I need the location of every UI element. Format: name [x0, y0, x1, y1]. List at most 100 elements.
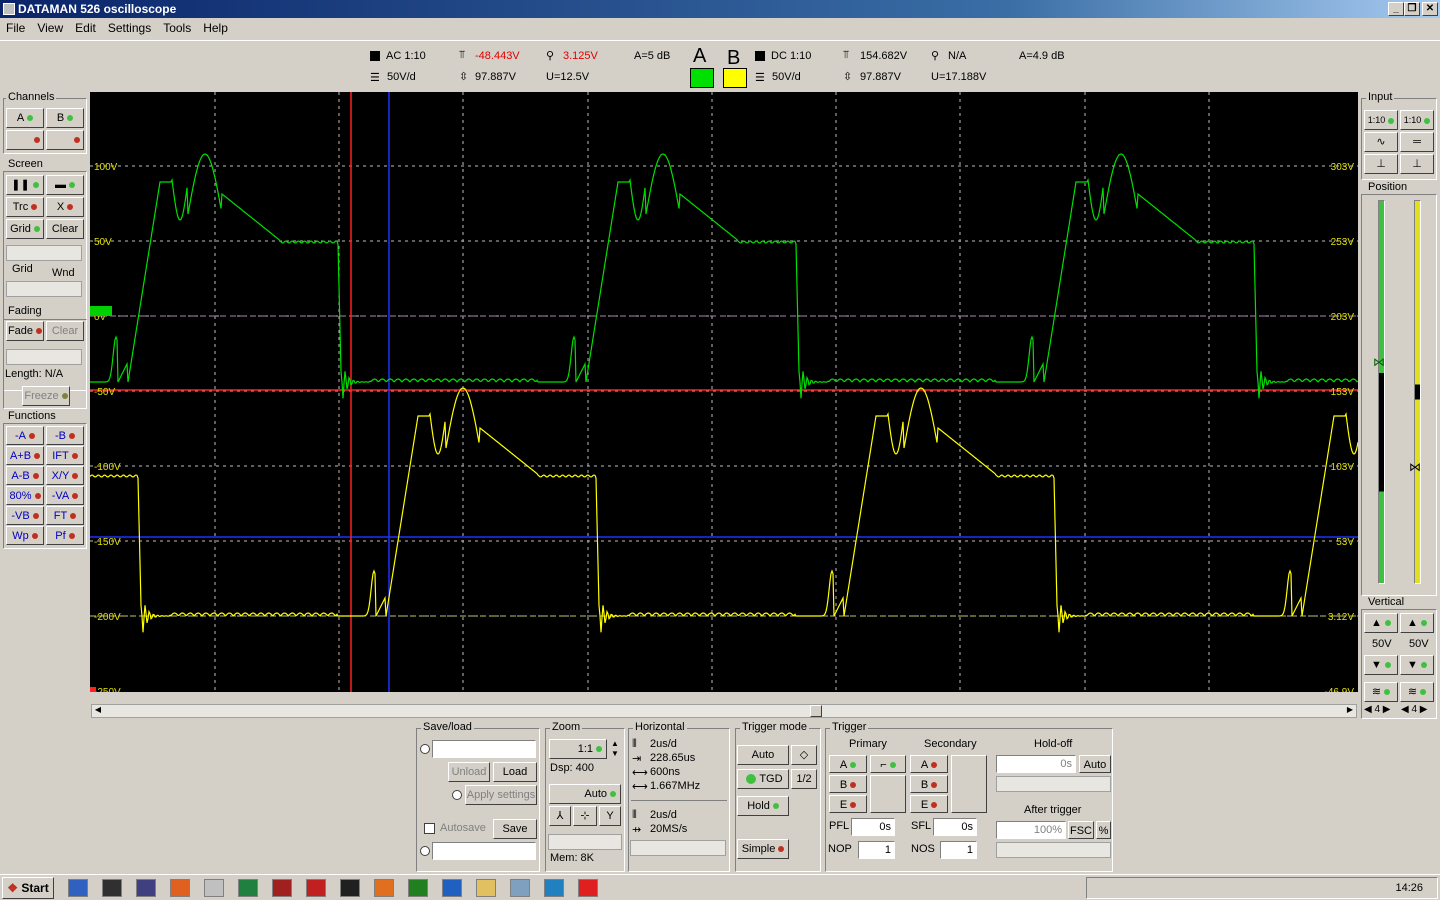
- primary-fall-button[interactable]: [870, 775, 906, 813]
- scroll-right-icon[interactable]: ▶: [1344, 705, 1356, 717]
- pause-button[interactable]: ❚❚: [6, 175, 44, 195]
- secondary-a-button[interactable]: A: [910, 755, 948, 773]
- function-button[interactable]: 80%: [6, 486, 44, 505]
- menu-help[interactable]: Help: [197, 21, 234, 35]
- channel-a-button[interactable]: A: [6, 108, 44, 128]
- autosave-checkbox[interactable]: [424, 823, 435, 834]
- menu-edit[interactable]: Edit: [69, 21, 102, 35]
- primary-a-button[interactable]: A: [829, 755, 867, 773]
- after-trigger-slider[interactable]: [996, 842, 1111, 858]
- lines-button[interactable]: ▬: [46, 175, 84, 195]
- wnd-slider[interactable]: [6, 281, 82, 297]
- taskbar-app-icon[interactable]: [476, 879, 496, 897]
- position-b-slider[interactable]: [1414, 200, 1421, 584]
- function-button[interactable]: -A: [6, 426, 44, 445]
- load-button[interactable]: Load: [493, 762, 537, 782]
- zoom-auto-button[interactable]: Auto: [549, 784, 621, 804]
- channel-a2-button[interactable]: [6, 130, 44, 150]
- ch-a-color-swatch[interactable]: [690, 68, 714, 88]
- secondary-e-button[interactable]: E: [910, 795, 948, 813]
- percent-button[interactable]: %: [1096, 821, 1111, 839]
- freeze-button[interactable]: Freeze: [22, 386, 70, 406]
- vertical-a-auto-button[interactable]: ≋: [1364, 682, 1398, 702]
- saveload-radio-2[interactable]: [420, 846, 430, 856]
- holdoff-auto-button[interactable]: Auto: [1079, 755, 1111, 773]
- zoom-spinner-icon[interactable]: ▲ ▼: [608, 739, 622, 759]
- timebase-slider[interactable]: [630, 840, 726, 856]
- maximize-button[interactable]: ❐: [1404, 2, 1420, 16]
- taskbar-app-icon[interactable]: [272, 879, 292, 897]
- zoom-slider[interactable]: [548, 834, 622, 850]
- function-button[interactable]: -B: [46, 426, 84, 445]
- nop-input[interactable]: 1: [858, 841, 895, 859]
- menu-view[interactable]: View: [31, 21, 69, 35]
- input-b-ratio-button[interactable]: 1:10: [1400, 110, 1434, 130]
- vertical-b-auto-button[interactable]: ≋: [1400, 682, 1434, 702]
- trigger-envelope-button[interactable]: ◇: [791, 745, 817, 765]
- input-b-dc-button[interactable]: ═: [1400, 132, 1434, 152]
- trigger-edge-2-button[interactable]: ⊹: [573, 806, 597, 826]
- taskbar-app-icon[interactable]: [238, 879, 258, 897]
- secondary-b-button[interactable]: B: [910, 775, 948, 793]
- vertical-a-down-button[interactable]: ▼: [1364, 655, 1398, 675]
- apply-radio[interactable]: [452, 790, 462, 800]
- vertical-b-count-spinner[interactable]: ◀ 4 ▶: [1401, 704, 1428, 715]
- trigger-half-button[interactable]: 1/2: [791, 769, 817, 789]
- menu-file[interactable]: File: [0, 21, 31, 35]
- trc-button[interactable]: Trc: [6, 197, 44, 217]
- vertical-a-up-button[interactable]: ▲: [1364, 613, 1398, 633]
- hold-button[interactable]: Hold: [737, 796, 789, 816]
- primary-e-button[interactable]: E: [829, 795, 867, 813]
- time-scrollbar[interactable]: ◀ ▶: [91, 704, 1357, 718]
- fsc-button[interactable]: FSC: [1068, 821, 1094, 839]
- trigger-edge-3-button[interactable]: Y: [599, 806, 621, 826]
- taskbar-app-icon[interactable]: [442, 879, 462, 897]
- apply-settings-button[interactable]: Apply settings: [465, 785, 537, 805]
- x-button[interactable]: X: [46, 197, 84, 217]
- start-button[interactable]: ❖ Start: [2, 877, 54, 899]
- scroll-left-icon[interactable]: ◀: [92, 705, 104, 717]
- pfl-input[interactable]: 0s: [851, 818, 895, 836]
- after-trigger-input[interactable]: 100%: [996, 821, 1066, 839]
- zoom-button[interactable]: 1:1: [549, 739, 607, 759]
- function-button[interactable]: Pf: [46, 526, 84, 545]
- holdoff-slider[interactable]: [996, 776, 1111, 792]
- channel-b2-button[interactable]: [46, 130, 84, 150]
- grid-button[interactable]: Grid: [6, 219, 44, 239]
- primary-b-button[interactable]: B: [829, 775, 867, 793]
- taskbar-app-icon[interactable]: [204, 879, 224, 897]
- function-button[interactable]: IFT: [46, 446, 84, 465]
- input-b-gnd-button[interactable]: ⊥: [1400, 154, 1434, 174]
- vertical-b-down-button[interactable]: ▼: [1400, 655, 1434, 675]
- fade-button[interactable]: Fade: [6, 321, 44, 341]
- nos-input[interactable]: 1: [940, 841, 977, 859]
- primary-rise-button[interactable]: ⌐: [870, 755, 906, 773]
- taskbar-app-icon[interactable]: [510, 879, 530, 897]
- holdoff-input[interactable]: 0s: [996, 755, 1076, 773]
- taskbar-app-icon[interactable]: [408, 879, 428, 897]
- position-b-handle-icon[interactable]: ⋈: [1409, 460, 1421, 474]
- fade-slider[interactable]: [6, 349, 82, 365]
- function-button[interactable]: X/Y: [46, 466, 84, 485]
- position-a-handle-icon[interactable]: ⋈: [1373, 355, 1385, 369]
- input-a-ratio-button[interactable]: 1:10: [1364, 110, 1398, 130]
- tgd-button[interactable]: TGD: [737, 769, 789, 789]
- position-a-slider[interactable]: [1378, 200, 1385, 584]
- taskbar-app-icon[interactable]: [544, 879, 564, 897]
- trigger-auto-button[interactable]: Auto: [737, 745, 789, 765]
- function-button[interactable]: -VB: [6, 506, 44, 525]
- saveload-file-combo-2[interactable]: [432, 842, 536, 860]
- taskbar-app-icon[interactable]: [170, 879, 190, 897]
- function-button[interactable]: A+B: [6, 446, 44, 465]
- input-a-ac-button[interactable]: ∿: [1364, 132, 1398, 152]
- saveload-file-combo-1[interactable]: [432, 740, 536, 758]
- taskbar-app-icon[interactable]: [578, 879, 598, 897]
- function-button[interactable]: Wp: [6, 526, 44, 545]
- scope-screen[interactable]: 100V50V0V-50V-100V-150V-200V-250V303V253…: [89, 92, 1359, 698]
- save-button[interactable]: Save: [493, 819, 537, 839]
- minimize-button[interactable]: _: [1388, 2, 1404, 16]
- sfl-input[interactable]: 0s: [933, 818, 977, 836]
- grid-slider[interactable]: [6, 245, 82, 261]
- input-a-gnd-button[interactable]: ⊥: [1364, 154, 1398, 174]
- menu-settings[interactable]: Settings: [102, 21, 157, 35]
